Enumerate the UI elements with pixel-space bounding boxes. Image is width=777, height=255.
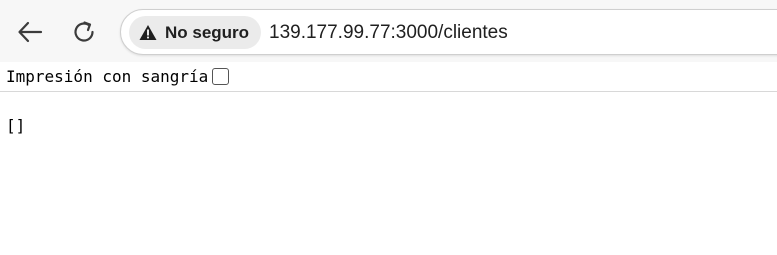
back-button[interactable]	[13, 15, 47, 49]
address-bar[interactable]: No seguro 139.177.99.77:3000/clientes	[120, 9, 777, 55]
pretty-print-bar: Impresión con sangría	[0, 62, 777, 92]
url-text[interactable]: 139.177.99.77:3000/clientes	[269, 22, 508, 44]
pretty-print-checkbox[interactable]	[212, 68, 230, 85]
security-label: No seguro	[165, 22, 250, 42]
reload-icon	[70, 18, 98, 46]
browser-toolbar: No seguro 139.177.99.77:3000/clientes	[0, 0, 777, 62]
pretty-print-label: Impresión con sangría	[6, 67, 209, 86]
arrow-left-icon	[16, 18, 44, 46]
security-indicator-chip[interactable]: No seguro	[129, 16, 262, 49]
warning-triangle-icon	[139, 24, 157, 41]
json-response-text: []	[6, 116, 26, 135]
reload-button[interactable]	[67, 15, 101, 49]
